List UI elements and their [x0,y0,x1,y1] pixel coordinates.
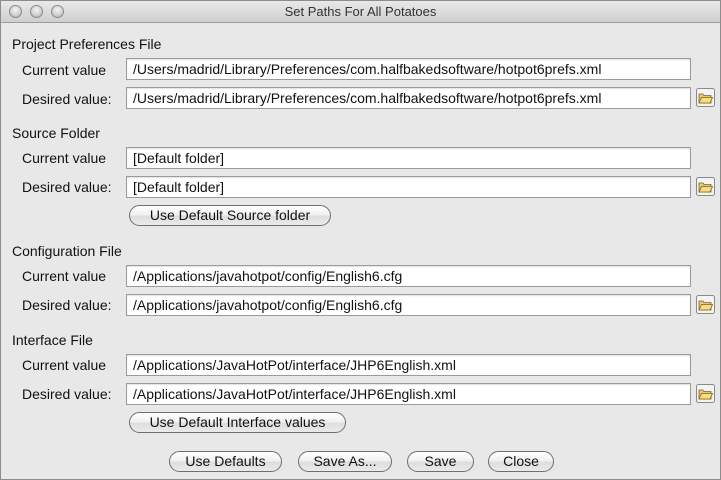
configuration-file-current-field[interactable]: /Applications/javahotpot/config/English6… [126,265,691,287]
current-value-label: Current value [22,150,107,166]
current-value-label: Current value [22,268,107,284]
project-preferences-desired-field[interactable]: /Users/madrid/Library/Preferences/com.ha… [126,87,691,109]
browse-project-preferences-folder-icon[interactable] [696,88,715,107]
section-title-configuration-file: Configuration File [12,243,122,259]
configuration-file-desired-field[interactable]: /Applications/javahotpot/config/English6… [126,294,691,316]
interface-file-desired-field[interactable]: /Applications/JavaHotPot/interface/JHP6E… [126,383,691,405]
interface-file-current-field[interactable]: /Applications/JavaHotPot/interface/JHP6E… [126,354,691,376]
use-defaults-button[interactable]: Use Defaults [169,451,282,472]
desired-value-label: Desired value: [22,297,112,313]
use-default-interface-values-button[interactable]: Use Default Interface values [129,412,346,433]
current-value-label: Current value [22,357,107,373]
save-as-button[interactable]: Save As... [298,451,392,472]
close-button[interactable]: Close [488,451,554,472]
browse-interface-file-icon[interactable] [696,384,715,403]
browse-configuration-file-icon[interactable] [696,295,715,314]
section-title-project-preferences: Project Preferences File [12,36,162,52]
desired-value-label: Desired value: [22,179,112,195]
browse-source-folder-icon[interactable] [696,177,715,196]
set-paths-dialog: Set Paths For All Potatoes Project Prefe… [0,0,721,480]
title-bar[interactable]: Set Paths For All Potatoes [1,1,720,23]
use-default-source-folder-button[interactable]: Use Default Source folder [129,205,331,226]
project-preferences-current-field[interactable]: /Users/madrid/Library/Preferences/com.ha… [126,58,691,80]
desired-value-label: Desired value: [22,91,112,107]
save-button[interactable]: Save [407,451,474,472]
section-title-source-folder: Source Folder [12,125,100,141]
current-value-label: Current value [22,62,107,78]
source-folder-desired-field[interactable]: [Default folder] [126,176,691,198]
source-folder-current-field[interactable]: [Default folder] [126,147,691,169]
section-title-interface-file: Interface File [12,332,93,348]
window-title: Set Paths For All Potatoes [284,4,437,19]
desired-value-label: Desired value: [22,386,112,402]
